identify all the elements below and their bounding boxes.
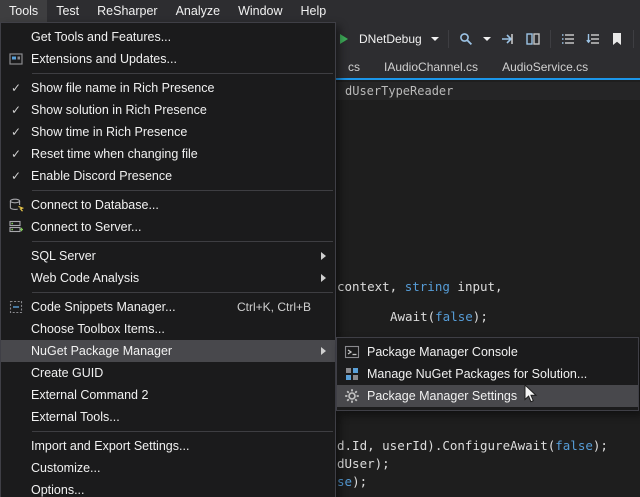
- magnifier-icon[interactable]: [458, 30, 474, 48]
- code-line: dUser);: [337, 456, 390, 471]
- navigation-bar: dUserTypeReader: [336, 82, 640, 100]
- menu-item-show-solution-rich-presence[interactable]: ✓ Show solution in Rich Presence: [1, 99, 335, 121]
- toolbar-separator: [550, 30, 551, 48]
- console-icon: [337, 344, 367, 360]
- tab-iaudiochannel[interactable]: IAudioChannel.cs: [372, 56, 490, 78]
- menu-item-web-code-analysis[interactable]: Web Code Analysis: [1, 267, 335, 289]
- code-line: d.Id, userId).ConfigureAwait(false);: [337, 438, 608, 453]
- menu-item-customize[interactable]: Customize...: [1, 457, 335, 479]
- menubar-item-tools[interactable]: Tools: [0, 0, 47, 22]
- tools-menu: Get Tools and Features... Extensions and…: [0, 22, 336, 497]
- menu-item-options[interactable]: Options...: [1, 479, 335, 497]
- database-icon: [1, 197, 31, 213]
- menu-item-choose-toolbox-items[interactable]: Choose Toolbox Items...: [1, 318, 335, 340]
- toolbar-separator: [633, 30, 634, 48]
- menu-item-external-command-2[interactable]: External Command 2: [1, 384, 335, 406]
- checkmark-icon: ✓: [1, 148, 31, 160]
- menu-item-show-file-name-rich-presence[interactable]: ✓ Show file name in Rich Presence: [1, 77, 335, 99]
- menu-item-enable-discord-presence[interactable]: ✓ Enable Discord Presence: [1, 165, 335, 187]
- submenu-item-manage-nuget-packages-solution[interactable]: Manage NuGet Packages for Solution...: [337, 363, 638, 385]
- type-name-text: dUserTypeReader: [345, 84, 453, 98]
- menubar-item-help[interactable]: Help: [292, 0, 336, 22]
- toolbar-items: DNetDebug: [336, 22, 640, 56]
- menu-separator: [32, 292, 333, 293]
- checkmark-icon: ✓: [1, 82, 31, 94]
- menu-item-sql-server[interactable]: SQL Server: [1, 245, 335, 267]
- gear-icon: [337, 388, 367, 404]
- menubar-item-window[interactable]: Window: [229, 0, 291, 22]
- submenu-arrow-icon: [321, 274, 326, 282]
- window-arrow-icon[interactable]: [500, 30, 516, 48]
- menu-item-connect-to-database[interactable]: Connect to Database...: [1, 194, 335, 216]
- submenu-arrow-icon: [321, 347, 326, 355]
- vs-window: Tools Test ReSharper Analyze Window Help…: [0, 0, 640, 497]
- menubar-item-test[interactable]: Test: [47, 0, 88, 22]
- submenu-item-package-manager-settings[interactable]: Package Manager Settings: [337, 385, 638, 407]
- menu-item-get-tools-and-features[interactable]: Get Tools and Features...: [1, 26, 335, 48]
- menu-separator: [32, 73, 333, 74]
- tab-cs[interactable]: cs: [336, 56, 372, 78]
- menubar-item-resharper[interactable]: ReSharper: [88, 0, 166, 22]
- shortcut-text: Ctrl+K, Ctrl+B: [237, 300, 327, 314]
- chevron-down-icon[interactable]: [483, 37, 491, 41]
- nuget-submenu: Package Manager Console Manage NuGet Pac…: [336, 337, 639, 411]
- snippets-icon: [1, 299, 31, 315]
- mouse-cursor: [524, 384, 538, 409]
- menu-separator: [32, 431, 333, 432]
- menubar-item-analyze[interactable]: Analyze: [167, 0, 229, 22]
- code-line: context, string input,: [337, 279, 503, 294]
- extensions-icon: [1, 51, 31, 67]
- chevron-down-icon[interactable]: [431, 37, 439, 41]
- checkmark-icon: ✓: [1, 104, 31, 116]
- server-icon: [1, 219, 31, 235]
- menu-item-external-tools[interactable]: External Tools...: [1, 406, 335, 428]
- checkmark-icon: ✓: [1, 170, 31, 182]
- code-line: se);: [337, 474, 367, 489]
- menu-item-show-time-rich-presence[interactable]: ✓ Show time in Rich Presence: [1, 121, 335, 143]
- tab-audioservice[interactable]: AudioService.cs: [490, 56, 600, 78]
- packages-icon: [337, 366, 367, 382]
- debug-target-selector[interactable]: DNetDebug: [359, 32, 422, 46]
- menu-item-code-snippets-manager[interactable]: Code Snippets Manager... Ctrl+K, Ctrl+B: [1, 296, 335, 318]
- submenu-item-package-manager-console[interactable]: Package Manager Console: [337, 341, 638, 363]
- list-icon[interactable]: [560, 30, 576, 48]
- menu-item-extensions-and-updates[interactable]: Extensions and Updates...: [1, 48, 335, 70]
- menu-separator: [32, 241, 333, 242]
- menu-bar: Tools Test ReSharper Analyze Window Help: [0, 0, 640, 22]
- submenu-arrow-icon: [321, 252, 326, 260]
- bookmark-icon[interactable]: [610, 30, 624, 48]
- code-line: Await(false);: [390, 309, 488, 324]
- menu-separator: [32, 190, 333, 191]
- menu-item-nuget-package-manager[interactable]: NuGet Package Manager: [1, 340, 335, 362]
- start-debug-icon[interactable]: [338, 30, 350, 48]
- columns-icon[interactable]: [525, 30, 541, 48]
- toolbar-separator: [448, 30, 449, 48]
- menu-item-import-export-settings[interactable]: Import and Export Settings...: [1, 435, 335, 457]
- menu-item-reset-time-when-changing-file[interactable]: ✓ Reset time when changing file: [1, 143, 335, 165]
- checkmark-icon: ✓: [1, 126, 31, 138]
- menu-item-connect-to-server[interactable]: Connect to Server...: [1, 216, 335, 238]
- menu-item-create-guid[interactable]: Create GUID: [1, 362, 335, 384]
- sort-list-icon[interactable]: [585, 30, 601, 48]
